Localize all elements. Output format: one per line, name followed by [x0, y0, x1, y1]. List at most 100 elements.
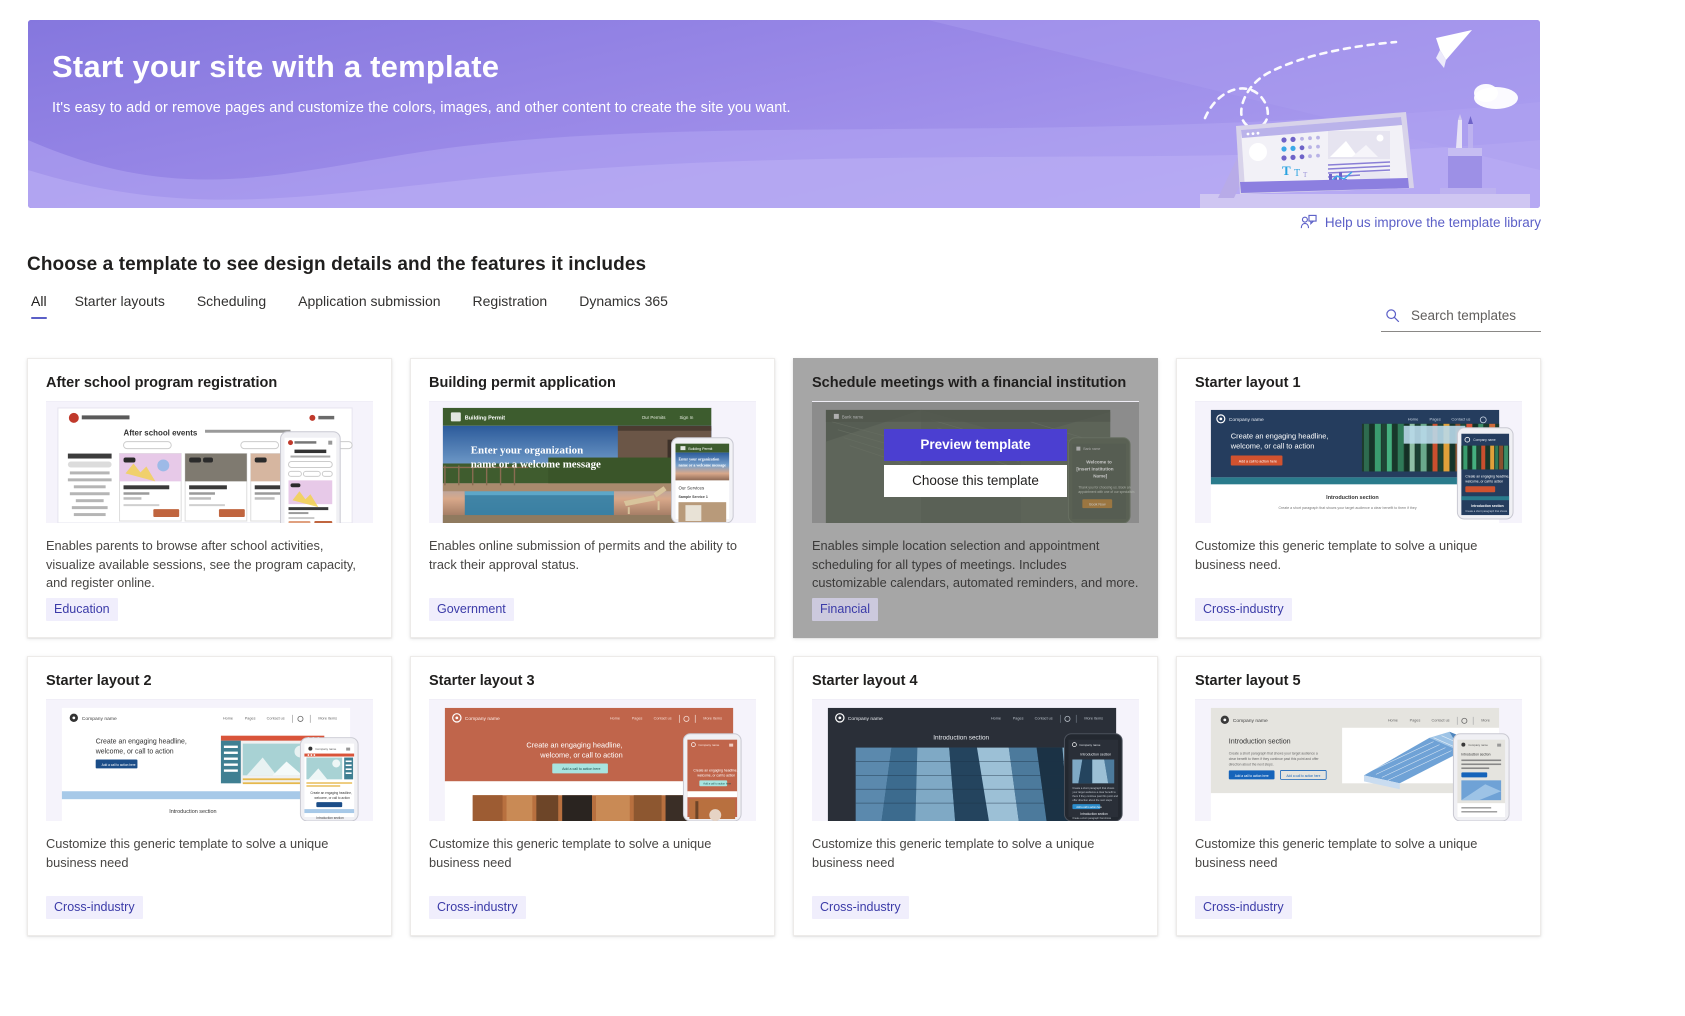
svg-text:direction about the next steps: direction about the next steps.	[1229, 762, 1274, 766]
svg-text:Add a call to action here: Add a call to action here	[1235, 774, 1269, 778]
svg-text:Add a call to action here: Add a call to action here	[1076, 806, 1102, 809]
svg-text:Introduction section: Introduction section	[1471, 504, 1503, 508]
card-tag-chip: Cross-industry	[46, 896, 143, 919]
starter-layout-2-thumbnail-icon: Company name Home Pages Contact us More …	[46, 700, 373, 821]
card-title: Starter layout 2	[46, 673, 152, 689]
card-thumbnail: Company name Home Pages Contact us More …	[1195, 699, 1522, 821]
svg-text:Add a call to action here: Add a call to action here	[102, 763, 136, 767]
svg-text:Company name: Company name	[1079, 743, 1100, 747]
svg-text:More: More	[1481, 718, 1490, 722]
svg-text:Home: Home	[991, 716, 1001, 720]
svg-text:your target audience a clear b: your target audience a clear benefit to	[1072, 790, 1116, 794]
tab-all[interactable]: All	[27, 293, 59, 319]
tab-starter-layouts[interactable]: Starter layouts	[59, 293, 181, 319]
card-thumbnail: Company name Home Pages Contact us More …	[429, 699, 756, 821]
preview-template-button[interactable]: Preview template	[884, 428, 1067, 461]
card-title: Starter layout 3	[429, 673, 535, 689]
card-title: Starter layout 1	[1195, 375, 1301, 391]
card-description: Customize this generic template to solve…	[1195, 836, 1478, 870]
svg-text:welcome, or call to action: welcome, or call to action	[1230, 442, 1315, 451]
card-tag-row: Cross-industry	[1177, 896, 1540, 935]
svg-text:More items: More items	[1084, 716, 1103, 720]
svg-text:Add a call to action here: Add a call to action here	[562, 767, 600, 771]
svg-text:welcome, or call to action: welcome, or call to action	[697, 773, 735, 777]
svg-text:T: T	[1282, 163, 1291, 178]
help-improve-library-link[interactable]: Help us improve the template library	[1325, 215, 1541, 230]
card-description: Enables simple location selection and ap…	[812, 538, 1139, 591]
card-description: Enables parents to browse after school a…	[46, 538, 356, 591]
svg-text:Introduction section: Introduction section	[933, 735, 989, 742]
card-tag-row: Government	[411, 598, 774, 637]
search-input[interactable]	[1409, 307, 1539, 324]
svg-text:name or a welcome message: name or a welcome message	[678, 462, 726, 467]
svg-text:Building Permit: Building Permit	[688, 447, 712, 451]
svg-text:Home: Home	[610, 716, 620, 720]
svg-text:Pages: Pages	[1430, 416, 1441, 421]
svg-text:Pages: Pages	[245, 716, 256, 720]
card-tag-chip: Cross-industry	[429, 896, 526, 919]
svg-text:Company name: Company name	[315, 747, 336, 751]
card-description: Customize this generic template to solve…	[1195, 538, 1478, 572]
svg-text:Create an engaging headline,: Create an engaging headline,	[526, 741, 622, 750]
svg-text:Add a call to action here: Add a call to action here	[1239, 459, 1277, 463]
tab-registration[interactable]: Registration	[457, 293, 564, 319]
svg-text:Sample Service 1: Sample Service 1	[678, 495, 707, 499]
card-tag-row: Cross-industry	[28, 896, 391, 935]
card-thumbnail: Bank name Book Now Bank name Welcome to …	[812, 401, 1139, 523]
svg-text:Building Permit: Building Permit	[465, 415, 506, 421]
svg-text:After school events: After school events	[124, 429, 198, 438]
tab-application-submission[interactable]: Application submission	[282, 293, 456, 319]
template-card-starter-layout-2[interactable]: Starter layout 2 Company name Home Pages…	[27, 656, 392, 936]
svg-text:Create an engaging headline,: Create an engaging headline,	[310, 791, 352, 795]
svg-text:Create an engaging headline,: Create an engaging headline,	[1465, 474, 1509, 478]
svg-text:T: T	[1303, 171, 1308, 179]
svg-text:Company name: Company name	[1473, 438, 1496, 442]
starter-layout-4-thumbnail-icon: Company name Home Pages Contact us More …	[812, 700, 1139, 821]
desk-tablet-illustration-icon: T T T	[1200, 30, 1530, 208]
card-thumbnail: Building Permit Our Permits Sign In Ente…	[429, 401, 756, 523]
svg-text:Create a short paragraph that: Create a short paragraph that shows	[1465, 509, 1508, 513]
svg-text:Pages: Pages	[1013, 716, 1024, 720]
paper-plane-icon	[1436, 30, 1472, 68]
card-tag-row: Cross-industry	[411, 896, 774, 935]
card-title: Starter layout 5	[1195, 673, 1301, 689]
card-tag-chip: Cross-industry	[1195, 896, 1292, 919]
card-tag-chip: Cross-industry	[1195, 598, 1292, 621]
template-card-starter-layout-3[interactable]: Starter layout 3 Company name Home Pages…	[410, 656, 775, 936]
help-feedback-link-row[interactable]: Help us improve the template library	[1300, 214, 1541, 231]
svg-text:Introduction section: Introduction section	[169, 809, 216, 815]
tab-scheduling[interactable]: Scheduling	[181, 293, 282, 319]
template-card-building-permit[interactable]: Building permit application Building Per…	[410, 358, 775, 638]
svg-text:Company name: Company name	[82, 716, 117, 722]
card-tag-chip: Education	[46, 598, 118, 621]
person-feedback-icon	[1300, 214, 1317, 229]
template-card-starter-layout-4[interactable]: Starter layout 4 Company name Home Pages…	[793, 656, 1158, 936]
card-thumbnail: Company name Home Pages Contact us More …	[46, 699, 373, 821]
card-title: Schedule meetings with a financial insti…	[812, 375, 1127, 391]
card-tag-chip: Government	[429, 598, 514, 621]
template-card-after-school[interactable]: After school program registration After …	[27, 358, 392, 638]
template-card-financial-scheduling[interactable]: Schedule meetings with a financial insti…	[793, 358, 1158, 638]
page-title: Start your site with a template	[52, 49, 500, 84]
svg-text:Sign In: Sign In	[679, 415, 693, 420]
card-thumbnail: Company name Home Pages Contact us Creat…	[1195, 401, 1522, 523]
svg-text:Add a call to action here: Add a call to action here	[703, 782, 731, 786]
choose-this-template-button[interactable]: Choose this template	[884, 464, 1067, 497]
svg-text:Company name: Company name	[1233, 718, 1268, 724]
search-templates-box[interactable]	[1381, 303, 1541, 332]
card-title: Starter layout 4	[812, 673, 918, 689]
svg-text:name or a welcome message: name or a welcome message	[471, 458, 601, 470]
tab-dynamics-365[interactable]: Dynamics 365	[563, 293, 684, 319]
card-tag-row: Financial	[794, 598, 1157, 637]
card-tag-row: Cross-industry	[1177, 598, 1540, 637]
svg-text:Contact us: Contact us	[267, 716, 285, 720]
svg-text:Introduction section: Introduction section	[1080, 812, 1108, 816]
template-card-grid: After school program registration After …	[27, 358, 1547, 936]
template-card-starter-layout-5[interactable]: Starter layout 5 Company name Home Pages…	[1176, 656, 1541, 936]
svg-text:Our Permits: Our Permits	[642, 415, 667, 420]
template-card-starter-layout-1[interactable]: Starter layout 1 Company name Home Pages…	[1176, 358, 1541, 638]
search-icon	[1386, 309, 1400, 323]
svg-text:Introduction section: Introduction section	[1326, 495, 1378, 501]
svg-text:Add a call to action here: Add a call to action here	[1286, 774, 1320, 778]
svg-text:Introduction section: Introduction section	[316, 816, 344, 820]
